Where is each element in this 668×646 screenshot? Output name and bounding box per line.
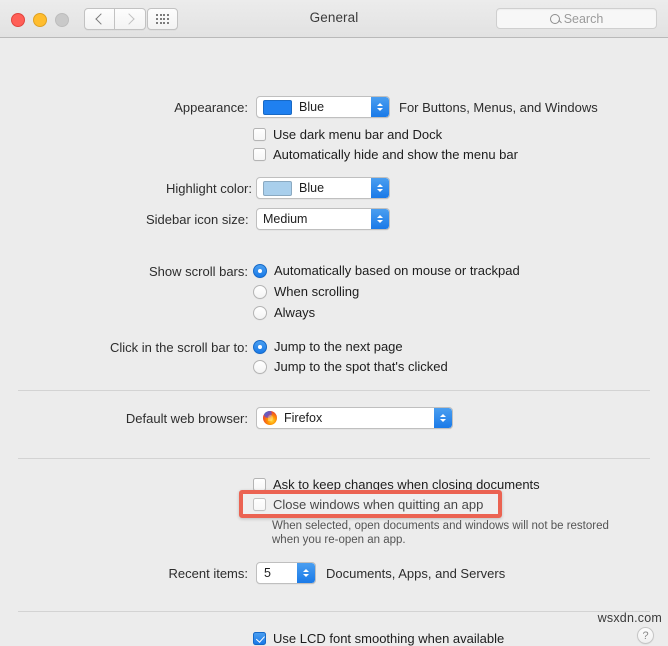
chevron-down-icon [377, 108, 383, 111]
default-web-browser-row: Default web browser: Firefox [114, 407, 453, 429]
show-scroll-bars-label-row: Show scroll bars: [139, 264, 248, 279]
dark-menu-bar-checkbox-row[interactable]: Use dark menu bar and Dock [253, 127, 442, 142]
show-scroll-bars-label: Show scroll bars: [149, 264, 248, 279]
preferences-content: Appearance: Blue For Buttons, Menus, and… [0, 38, 668, 646]
close-windows-description: When selected, open documents and window… [272, 519, 609, 547]
highlight-color-swatch [263, 180, 292, 196]
dark-menu-bar-label: Use dark menu bar and Dock [273, 127, 443, 142]
default-web-browser-value: Firefox [284, 411, 323, 425]
auto-hide-menu-bar-checkbox-row[interactable]: Automatically hide and show the menu bar [253, 147, 518, 162]
highlight-color-stepper-arrows[interactable] [371, 178, 389, 198]
chevron-up-icon [377, 215, 383, 218]
click-scroll-bar-label-row: Click in the scroll bar to: [97, 340, 248, 355]
search-field[interactable]: Search [496, 8, 657, 29]
close-windows-checkbox[interactable] [253, 498, 266, 511]
chevron-up-icon [440, 414, 446, 417]
recent-items-row: Recent items: 5 Documents, Apps, and Ser… [162, 562, 505, 584]
click-scroll-radio-next-page[interactable] [253, 339, 267, 354]
sidebar-icon-size-value: Medium [263, 212, 308, 226]
section-divider-2 [18, 458, 650, 459]
appearance-color-swatch [263, 99, 292, 115]
lcd-font-smoothing-checkbox[interactable] [253, 632, 266, 645]
chevron-down-icon [377, 189, 383, 192]
watermark: wsxdn.com [597, 611, 662, 625]
scroll-bars-radio-automatic[interactable] [253, 263, 267, 278]
chevron-down-icon [303, 574, 309, 577]
help-button[interactable]: ? [637, 627, 654, 644]
click-scroll-option-next-page[interactable]: Jump to the next page [253, 339, 403, 354]
appearance-label: Appearance: [174, 99, 248, 115]
recent-items-stepper-arrows[interactable] [297, 563, 315, 583]
recent-items-value: 5 [264, 566, 271, 580]
highlight-color-row: Highlight color: Blue [166, 177, 390, 199]
appearance-value: Blue [299, 100, 325, 114]
highlight-color-value: Blue [299, 181, 325, 195]
appearance-hint: For Buttons, Menus, and Windows [399, 99, 598, 115]
scroll-bars-radio-when-scrolling[interactable] [253, 284, 267, 299]
recent-items-label: Recent items: [168, 565, 248, 581]
close-windows-checkbox-row[interactable]: Close windows when quitting an app [253, 497, 483, 512]
lcd-font-smoothing-label: Use LCD font smoothing when available [273, 631, 505, 646]
lcd-font-smoothing-checkbox-row[interactable]: Use LCD font smoothing when available [253, 631, 504, 646]
chevron-down-icon [377, 220, 383, 223]
scroll-bars-option-automatic[interactable]: Automatically based on mouse or trackpad [253, 263, 520, 278]
click-scroll-bar-label: Click in the scroll bar to: [110, 340, 248, 355]
search-icon [549, 13, 560, 24]
chevron-up-icon [303, 569, 309, 572]
appearance-popup-button[interactable]: Blue [256, 96, 390, 118]
ask-keep-changes-label: Ask to keep changes when closing documen… [273, 477, 540, 492]
sidebar-icon-size-stepper-arrows[interactable] [371, 209, 389, 229]
highlight-color-label: Highlight color: [166, 180, 252, 196]
default-web-browser-label: Default web browser: [125, 410, 248, 426]
appearance-stepper-arrows[interactable] [371, 97, 389, 117]
scroll-bars-option-when-scrolling-label: When scrolling [274, 284, 360, 299]
click-scroll-option-spot-clicked-label: Jump to the spot that's clicked [274, 359, 448, 374]
help-button-label: ? [642, 629, 649, 642]
close-windows-description-line-1: When selected, open documents and window… [272, 520, 609, 532]
highlight-color-popup-button[interactable]: Blue [256, 177, 390, 199]
auto-hide-menu-bar-label: Automatically hide and show the menu bar [273, 147, 518, 162]
scroll-bars-option-when-scrolling[interactable]: When scrolling [253, 284, 359, 299]
ask-keep-changes-checkbox-row[interactable]: Ask to keep changes when closing documen… [253, 477, 540, 492]
close-windows-label: Close windows when quitting an app [273, 497, 484, 512]
scroll-bars-option-always[interactable]: Always [253, 305, 315, 320]
close-windows-description-line-2: when you re-open an app. [272, 534, 406, 546]
click-scroll-radio-spot-clicked[interactable] [253, 359, 267, 374]
chevron-down-icon [440, 419, 446, 422]
scroll-bars-option-always-label: Always [274, 305, 316, 320]
ask-keep-changes-checkbox[interactable] [253, 478, 266, 491]
section-divider-1 [18, 390, 650, 391]
chevron-up-icon [377, 103, 383, 106]
recent-items-hint: Documents, Apps, and Servers [326, 565, 506, 581]
scroll-bars-option-automatic-label: Automatically based on mouse or trackpad [274, 263, 520, 278]
appearance-row: Appearance: Blue For Buttons, Menus, and… [166, 96, 598, 118]
search-placeholder: Search [563, 11, 604, 26]
dark-menu-bar-checkbox[interactable] [253, 128, 266, 141]
firefox-icon [263, 411, 277, 425]
sidebar-icon-size-popup-button[interactable]: Medium [256, 208, 390, 230]
sidebar-icon-size-row: Sidebar icon size: Medium [146, 208, 390, 230]
section-divider-3 [18, 611, 650, 612]
default-web-browser-stepper-arrows[interactable] [434, 408, 452, 428]
scroll-bars-radio-always[interactable] [253, 305, 267, 320]
recent-items-stepper[interactable]: 5 [256, 562, 316, 584]
sidebar-icon-size-label: Sidebar icon size: [146, 211, 249, 227]
default-web-browser-popup-button[interactable]: Firefox [256, 407, 453, 429]
window-titlebar: General Search [0, 0, 668, 38]
chevron-up-icon [377, 184, 383, 187]
click-scroll-option-next-page-label: Jump to the next page [274, 339, 403, 354]
auto-hide-menu-bar-checkbox[interactable] [253, 148, 266, 161]
click-scroll-option-spot-clicked[interactable]: Jump to the spot that's clicked [253, 359, 448, 374]
